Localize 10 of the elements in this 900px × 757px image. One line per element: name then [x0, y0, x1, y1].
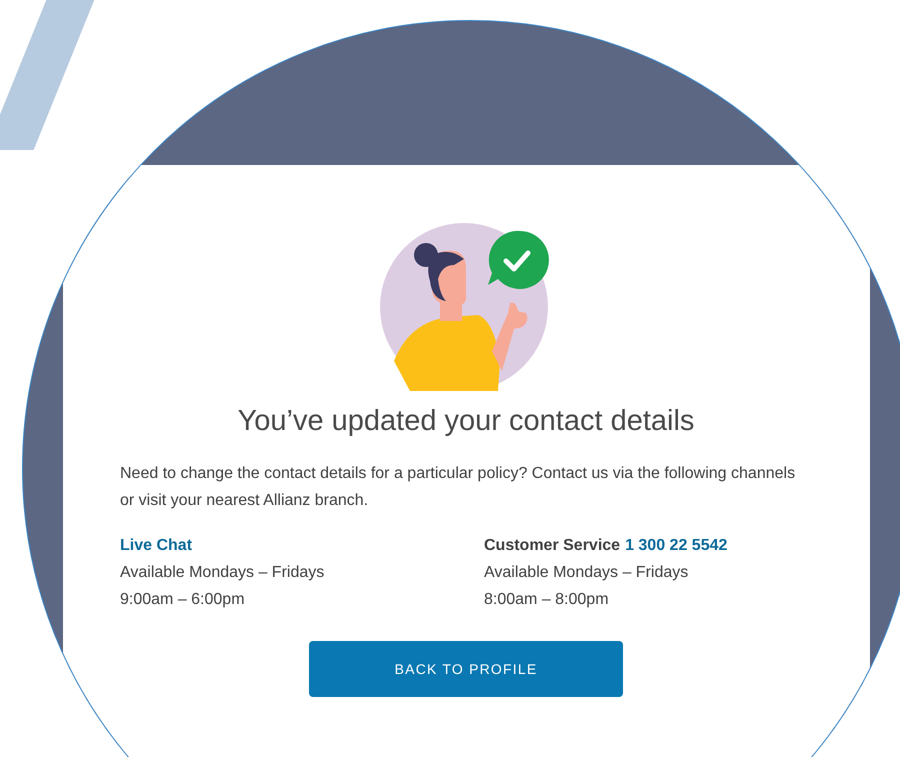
availability-text: Available Mondays – Fridays	[484, 563, 690, 583]
hours-text: 9:00am – 6:00pm	[120, 590, 246, 610]
phone-link[interactable]: 1 300 22 5542	[625, 532, 728, 559]
page-title: You’ve updated your contact details	[238, 405, 694, 438]
availability-text: Available Mondays – Fridays	[120, 563, 326, 583]
back-to-profile-button[interactable]: BACK TO PROFILE	[309, 641, 623, 697]
info-paragraph: Need to change the contact details for a particular policy? Contact us via the following channels or visit your nearest Allianz branch.	[120, 464, 796, 511]
contact-label: Customer Service	[484, 536, 620, 556]
hours-text: 8:00am – 8:00pm	[484, 590, 610, 610]
live-chat-link[interactable]: Live Chat	[120, 532, 192, 559]
